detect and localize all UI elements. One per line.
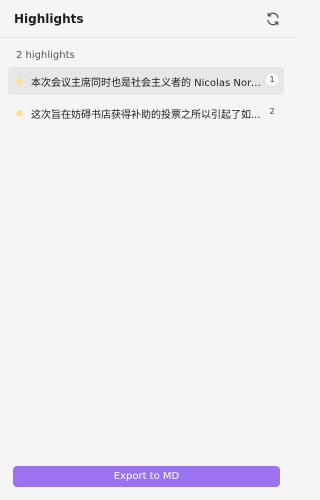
highlight-count: 2 highlights	[16, 50, 75, 61]
highlight-color-dot	[16, 78, 23, 85]
highlight-text: 本次会议主席同时也是社会主义者的 Nicolas Nord...	[31, 78, 263, 89]
highlight-count-badge: 1	[266, 74, 278, 86]
panel-title: Highlights	[14, 12, 84, 26]
highlight-color-dot	[16, 110, 23, 117]
export-to-md-button[interactable]: Export to MD	[13, 466, 280, 487]
panel-header: Highlights	[0, 0, 297, 38]
highlights-panel: Highlights 2 highlights 本次会议主席同时也是社会主义者的…	[0, 0, 297, 500]
highlight-item[interactable]: 这次旨在妨碍书店获得补助的投票之所以引起了如... 2	[8, 99, 284, 127]
highlight-item[interactable]: 本次会议主席同时也是社会主义者的 Nicolas Nord... 1	[8, 67, 284, 95]
highlight-text: 这次旨在妨碍书店获得补助的投票之所以引起了如...	[31, 110, 261, 121]
highlight-list: 本次会议主席同时也是社会主义者的 Nicolas Nord... 1 这次旨在妨…	[8, 67, 284, 131]
highlight-count-badge: 2	[269, 107, 275, 116]
refresh-icon[interactable]	[265, 11, 281, 27]
